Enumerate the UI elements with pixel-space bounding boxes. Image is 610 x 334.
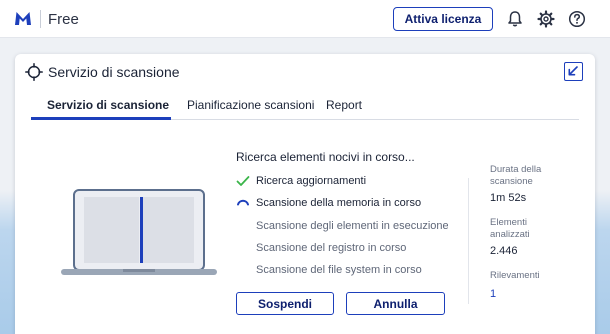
step-startup-items: Scansione degli elementi in esecuzione a… — [236, 219, 448, 235]
scan-status-heading: Ricerca elementi nocivi in corso... — [236, 150, 415, 164]
stats-divider — [468, 178, 469, 304]
gear-icon[interactable] — [536, 9, 556, 29]
tab-report[interactable]: Report — [326, 98, 362, 120]
detections-label: Rilevamenti — [490, 270, 540, 281]
spinner-icon — [237, 199, 249, 206]
step-label: Scansione degli elementi in esecuzione a… — [256, 220, 448, 232]
duration-label: Durata della scansione — [490, 164, 542, 187]
checkmark-icon — [236, 176, 250, 186]
step-memory-scan: Scansione della memoria in corso — [236, 196, 448, 212]
collapse-button[interactable] — [564, 62, 583, 81]
step-registry-scan: Scansione del registro in corso — [236, 241, 448, 257]
cancel-button[interactable]: Annulla — [346, 292, 445, 315]
target-icon — [25, 63, 43, 81]
help-icon[interactable] — [567, 9, 587, 29]
items-scanned-value: 2.446 — [490, 245, 518, 257]
step-check-updates: Ricerca aggiornamenti — [236, 174, 448, 190]
bell-icon[interactable] — [505, 9, 525, 29]
pause-button[interactable]: Sospendi — [236, 292, 334, 315]
step-label: Scansione del registro in corso — [256, 242, 407, 254]
card-header: Servizio di scansione — [15, 54, 595, 88]
detections-link[interactable]: 1 — [490, 288, 496, 300]
step-label: Ricerca aggiornamenti — [256, 175, 367, 187]
logo-divider — [40, 10, 41, 28]
collapse-arrow-icon — [568, 66, 578, 76]
activate-license-button[interactable]: Attiva licenza — [393, 7, 493, 31]
tab-scan-scheduling[interactable]: Pianificazione scansioni — [187, 98, 314, 120]
step-label: Scansione del file system in corso — [256, 264, 422, 276]
step-filesystem-scan: Scansione del file system in corso — [236, 263, 448, 279]
items-scanned-label: Elementi analizzati — [490, 217, 530, 240]
top-bar: Free Attiva licenza — [0, 0, 610, 38]
scan-card: Servizio di scansione Servizio di scansi… — [15, 54, 595, 334]
laptop-illustration — [61, 189, 217, 275]
malwarebytes-logo-icon — [15, 12, 31, 25]
duration-value: 1m 52s — [490, 192, 527, 204]
active-tab-indicator — [31, 117, 171, 120]
card-title: Servizio di scansione — [48, 64, 180, 80]
app-name: Free — [48, 11, 79, 28]
step-label: Scansione della memoria in corso — [256, 197, 422, 209]
